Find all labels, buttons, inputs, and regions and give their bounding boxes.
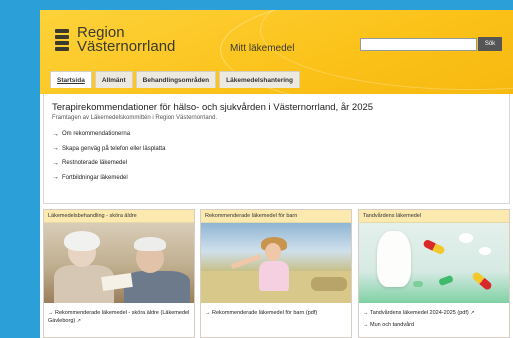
arrow-right-icon: → (48, 310, 54, 316)
page: Region Västernorrland Mitt läkemedel Sök… (40, 10, 513, 338)
tab-startsida[interactable]: Startsida (50, 71, 92, 88)
card-title: Läkemedelsbehandling - sköra äldre (44, 210, 194, 223)
intro-link-list: → Om rekommendationerna → Skapa genväg på … (52, 127, 509, 185)
logo-mark-icon (55, 29, 69, 51)
arrow-right-icon: → (52, 145, 59, 153)
intro-section: Terapirekommendationer för hälso- och sj… (43, 94, 510, 204)
logo-line-2: Västernorrland (77, 38, 176, 55)
link-label: Fortbildningar läkemedel (62, 174, 128, 181)
tab-allmant[interactable]: Allmänt (94, 71, 133, 88)
page-subtitle: Framtagen av Läkemedelskommittén i Regio… (52, 115, 218, 121)
link-label: Om rekommendationerna (62, 131, 131, 138)
arrow-right-icon: → (363, 310, 369, 316)
link-label: Skapa genväg på telefon eller läsplatta (62, 145, 166, 152)
card-title: Rekommenderade läkemedel för barn (201, 210, 351, 223)
arrow-right-icon: → (52, 159, 59, 167)
card-title: Tandvårdens läkemedel (359, 210, 509, 223)
site-header: Region Västernorrland Mitt läkemedel Sök… (40, 10, 513, 94)
card-links: → Rekommenderade läkemedel - sköra äldre… (44, 303, 194, 325)
card-tandvard: Tandvårdens läkemedel → Tandvårdens läke… (358, 209, 510, 338)
arrow-right-icon: → (52, 130, 59, 138)
site-title: Mitt läkemedel (230, 43, 295, 54)
link-label: Restnoterade läkemedel (62, 160, 128, 167)
tab-behandlingsomraden[interactable]: Behandlingsområden (135, 71, 217, 88)
region-logo[interactable]: Region Västernorrland (55, 25, 176, 55)
link-label: Rekommenderade läkemedel för barn (pdf) (212, 310, 318, 316)
intro-link-om-rekommendationerna[interactable]: → Om rekommendationerna (52, 127, 509, 142)
external-link-icon: ↗ (470, 310, 475, 316)
card-link-barn-pdf[interactable]: → Rekommenderade läkemedel för barn (pdf… (205, 309, 347, 317)
card-link-skora-aldre[interactable]: → Rekommenderade läkemedel - sköra äldre… (48, 309, 190, 325)
tooth-and-pills-image (359, 223, 509, 303)
card-links: → Tandvårdens läkemedel 2024-2025 (pdf) … (359, 303, 509, 329)
child-running-image (201, 223, 351, 303)
card-barn: Rekommenderade läkemedel för barn → Reko… (200, 209, 352, 338)
card-skora-aldre: Läkemedelsbehandling - sköra äldre → Rek… (43, 209, 195, 338)
arrow-right-icon: → (363, 322, 369, 328)
intro-link-skapa-genvag[interactable]: → Skapa genväg på telefon eller läsplatta (52, 142, 509, 157)
card-links: → Rekommenderade läkemedel för barn (pdf… (201, 303, 351, 317)
arrow-right-icon: → (205, 310, 211, 316)
search-input[interactable] (360, 38, 477, 51)
link-label: Tandvårdens läkemedel 2024-2025 (pdf) (369, 310, 469, 316)
card-link-tandvard-pdf[interactable]: → Tandvårdens läkemedel 2024-2025 (pdf) … (363, 309, 505, 317)
logo-text: Region Västernorrland (77, 25, 176, 55)
main-tabs: Startsida Allmänt Behandlingsområden Läk… (50, 71, 303, 88)
intro-link-fortbildningar[interactable]: → Fortbildningar läkemedel (52, 171, 509, 186)
card-link-mun-och-tandvard[interactable]: → Mun och tandvård (363, 321, 505, 329)
arrow-right-icon: → (52, 174, 59, 182)
elderly-couple-image (44, 223, 194, 303)
page-title: Terapirekommendationer för hälso- och sj… (52, 102, 374, 113)
search-button[interactable]: Sök (478, 37, 502, 51)
link-label: Mun och tandvård (370, 322, 415, 328)
tab-lakemedelshantering[interactable]: Läkemedelshantering (219, 71, 300, 88)
external-link-icon: ↗ (76, 318, 81, 324)
link-label: Rekommenderade läkemedel - sköra äldre (… (48, 310, 190, 324)
intro-link-restnoterade[interactable]: → Restnoterade läkemedel (52, 156, 509, 171)
